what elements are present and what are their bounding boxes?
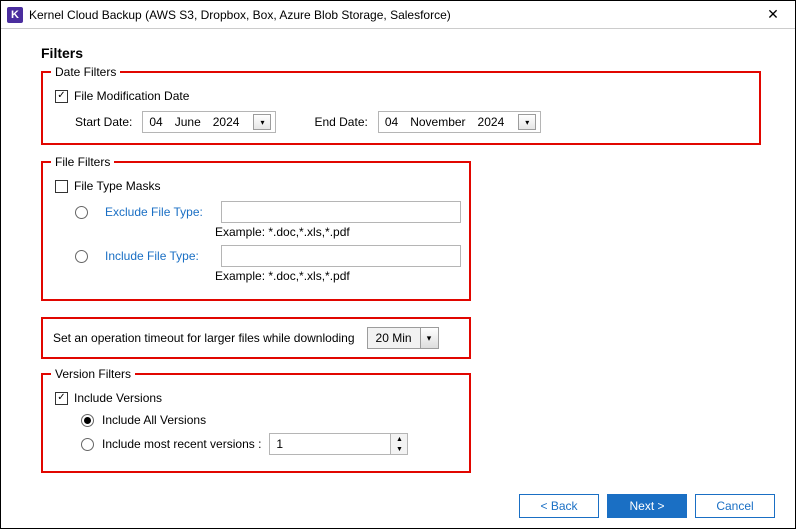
end-date-picker[interactable]: 04 November 2024 ▾ bbox=[378, 111, 541, 133]
exclude-example: Example: *.doc,*.xls,*.pdf bbox=[215, 225, 457, 239]
include-all-versions-label: Include All Versions bbox=[102, 413, 206, 427]
window-title: Kernel Cloud Backup (AWS S3, Dropbox, Bo… bbox=[29, 8, 757, 22]
file-type-masks-label: File Type Masks bbox=[74, 179, 160, 193]
calendar-dropdown-icon[interactable]: ▾ bbox=[253, 114, 271, 130]
start-month[interactable]: June bbox=[173, 115, 203, 129]
chevron-down-icon[interactable]: ▾ bbox=[420, 328, 438, 348]
include-all-versions-radio[interactable] bbox=[81, 414, 94, 427]
include-file-type-label: Include File Type: bbox=[105, 249, 215, 263]
timeout-group: Set an operation timeout for larger file… bbox=[41, 317, 471, 359]
start-year[interactable]: 2024 bbox=[211, 115, 242, 129]
timeout-value: 20 Min bbox=[368, 331, 420, 345]
exclude-file-type-label: Exclude File Type: bbox=[105, 205, 215, 219]
include-file-type-input[interactable] bbox=[221, 245, 461, 267]
date-filters-group: Date Filters File Modification Date Star… bbox=[41, 71, 761, 145]
app-icon: K bbox=[7, 7, 23, 23]
include-versions-checkbox[interactable] bbox=[55, 392, 68, 405]
include-example: Example: *.doc,*.xls,*.pdf bbox=[215, 269, 457, 283]
file-mod-date-checkbox[interactable] bbox=[55, 90, 68, 103]
spinner-up-icon[interactable]: ▲ bbox=[391, 434, 407, 444]
timeout-combo[interactable]: 20 Min ▾ bbox=[367, 327, 439, 349]
include-versions-label: Include Versions bbox=[74, 391, 162, 405]
recent-versions-spinner[interactable]: 1 ▲ ▼ bbox=[269, 433, 408, 455]
close-button[interactable]: ✕ bbox=[757, 3, 789, 27]
wizard-button-bar: < Back Next > Cancel bbox=[519, 494, 775, 518]
exclude-file-type-radio[interactable] bbox=[75, 206, 88, 219]
cancel-button[interactable]: Cancel bbox=[695, 494, 775, 518]
back-button[interactable]: < Back bbox=[519, 494, 599, 518]
timeout-label: Set an operation timeout for larger file… bbox=[53, 331, 355, 345]
end-day[interactable]: 04 bbox=[383, 115, 400, 129]
end-year[interactable]: 2024 bbox=[476, 115, 507, 129]
start-date-label: Start Date: bbox=[75, 115, 132, 129]
include-recent-versions-radio[interactable] bbox=[81, 438, 94, 451]
version-filters-group: Version Filters Include Versions Include… bbox=[41, 373, 471, 473]
start-day[interactable]: 04 bbox=[147, 115, 164, 129]
next-button[interactable]: Next > bbox=[607, 494, 687, 518]
end-date-label: End Date: bbox=[314, 115, 367, 129]
close-icon: ✕ bbox=[767, 6, 779, 23]
exclude-file-type-input[interactable] bbox=[221, 201, 461, 223]
recent-versions-value[interactable]: 1 bbox=[270, 434, 390, 454]
end-month[interactable]: November bbox=[408, 115, 467, 129]
file-filters-group: File Filters File Type Masks Exclude Fil… bbox=[41, 161, 471, 301]
calendar-dropdown-icon[interactable]: ▾ bbox=[518, 114, 536, 130]
spinner-down-icon[interactable]: ▼ bbox=[391, 444, 407, 454]
start-date-picker[interactable]: 04 June 2024 ▾ bbox=[142, 111, 276, 133]
titlebar: K Kernel Cloud Backup (AWS S3, Dropbox, … bbox=[1, 1, 795, 29]
file-mod-date-label: File Modification Date bbox=[74, 89, 189, 103]
include-recent-versions-label: Include most recent versions : bbox=[102, 437, 261, 451]
include-file-type-radio[interactable] bbox=[75, 250, 88, 263]
version-filters-legend: Version Filters bbox=[51, 367, 135, 381]
file-filters-legend: File Filters bbox=[51, 155, 114, 169]
file-type-masks-checkbox[interactable] bbox=[55, 180, 68, 193]
date-filters-legend: Date Filters bbox=[51, 65, 120, 79]
page-title: Filters bbox=[41, 45, 765, 61]
